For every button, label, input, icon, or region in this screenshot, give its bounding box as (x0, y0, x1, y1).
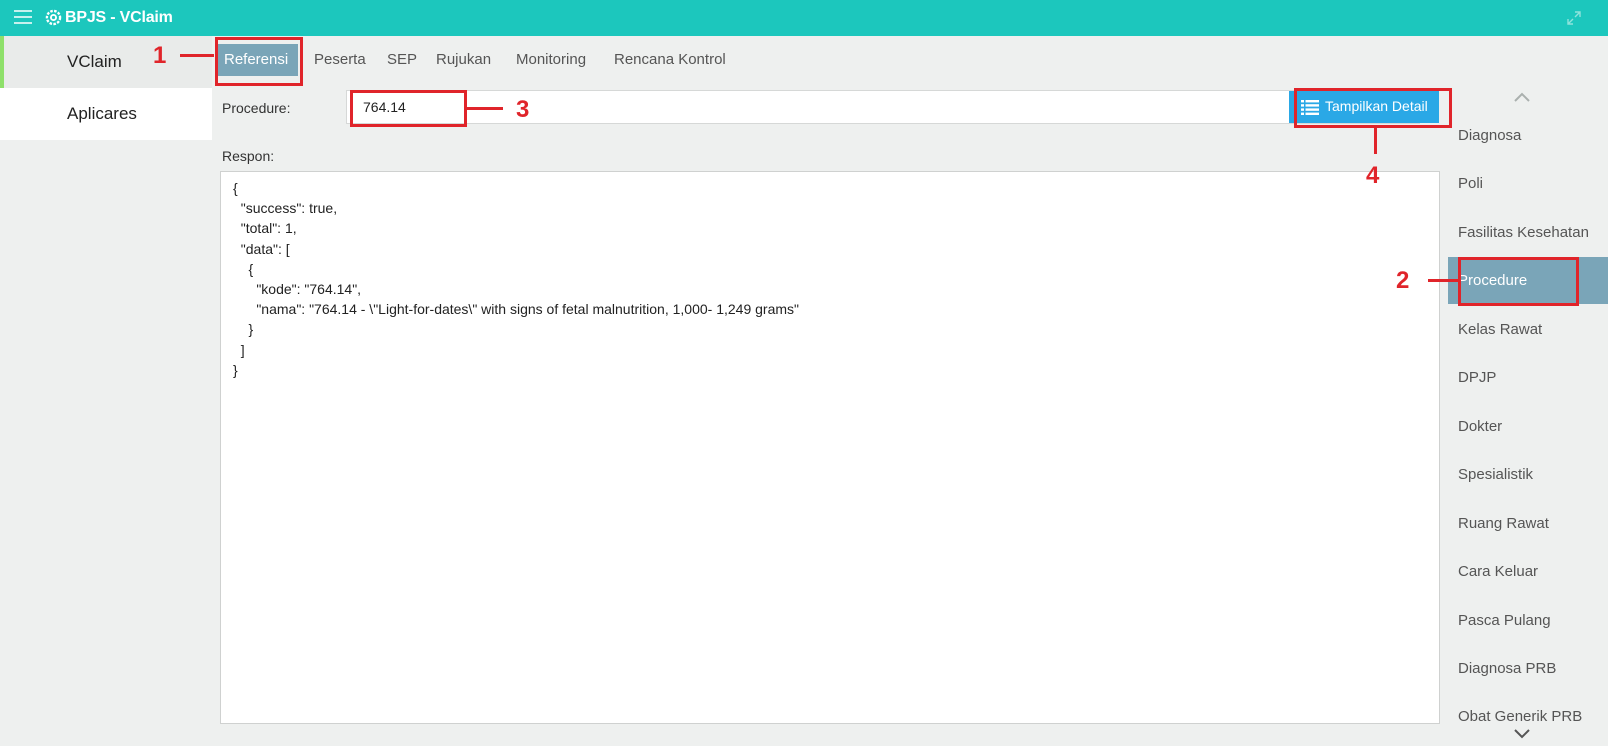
tab-monitoring[interactable]: Monitoring (516, 44, 586, 76)
response-line: "total": 1, (233, 220, 297, 237)
title-bar: BPJS - VClaim (0, 0, 1608, 36)
ref-item-spesialistik[interactable]: Spesialistik (1448, 451, 1608, 498)
expand-icon[interactable] (1566, 10, 1582, 26)
annotation-number-2: 2 (1396, 267, 1410, 294)
response-line: "kode": "764.14", (233, 281, 362, 298)
ref-item-diagnosa-prb[interactable]: Diagnosa PRB (1448, 645, 1608, 692)
annotation-number-4: 4 (1366, 162, 1380, 189)
tab-sep[interactable]: SEP (387, 44, 417, 76)
ref-item-dokter[interactable]: Dokter (1448, 403, 1608, 450)
nav-item-aplicares[interactable]: Aplicares (0, 88, 212, 140)
annotation-number-1: 1 (153, 42, 167, 69)
app-title: BPJS - VClaim (65, 9, 173, 26)
annotation-box-4 (1294, 88, 1452, 128)
tab-peserta[interactable]: Peserta (314, 44, 366, 76)
annotation-box-3 (350, 90, 467, 127)
hamburger-icon[interactable] (14, 10, 32, 24)
annotation-box-2 (1458, 257, 1579, 306)
response-line: "success": true, (233, 200, 338, 217)
annotation-line-3 (467, 107, 503, 110)
ref-item-diagnosa[interactable]: Diagnosa (1448, 112, 1608, 159)
procedure-label: Procedure: (222, 100, 291, 116)
annotation-line-4 (1374, 128, 1377, 154)
ref-item-dpjp[interactable]: DPJP (1448, 354, 1608, 401)
response-line: ] (233, 341, 245, 358)
ref-item-poli[interactable]: Poli (1448, 160, 1608, 207)
ref-item-kelas-rawat[interactable]: Kelas Rawat (1448, 306, 1608, 353)
nav-item-vclaim[interactable]: VClaim (0, 36, 212, 88)
gear-icon (45, 9, 62, 26)
response-line: "nama": "764.14 - \"Light-for-dates\" wi… (233, 301, 799, 318)
response-line: { (233, 260, 254, 277)
response-line: } (233, 361, 238, 378)
tab-rencana-kontrol[interactable]: Rencana Kontrol (614, 44, 726, 76)
annotation-line-2 (1428, 279, 1458, 282)
ref-item-fasilitas-kesehatan[interactable]: Fasilitas Kesehatan (1448, 209, 1608, 256)
chevron-up-icon[interactable] (1514, 92, 1530, 102)
response-line: { (233, 180, 238, 196)
chevron-down-icon[interactable] (1514, 729, 1530, 739)
respon-label: Respon: (222, 148, 275, 164)
response-textarea[interactable]: { "success": true, "total": 1, "data": [… (220, 171, 1440, 724)
response-line: } (233, 321, 254, 338)
ref-item-ruang-rawat[interactable]: Ruang Rawat (1448, 500, 1608, 547)
ref-item-cara-keluar[interactable]: Cara Keluar (1448, 548, 1608, 595)
procedure-input[interactable]: 764.14 (346, 90, 1420, 124)
annotation-box-1 (215, 37, 303, 86)
annotation-number-3: 3 (516, 96, 530, 123)
left-nav: VClaim Aplicares (0, 36, 212, 746)
reference-menu: Diagnosa Poli Fasilitas Kesehatan Proced… (1448, 84, 1608, 746)
ref-item-pasca-pulang[interactable]: Pasca Pulang (1448, 597, 1608, 644)
response-content: { "success": true, "total": 1, "data": [… (233, 178, 799, 380)
response-line: "data": [ (233, 240, 290, 257)
tab-rujukan[interactable]: Rujukan (436, 44, 491, 76)
annotation-line-1 (180, 54, 214, 57)
